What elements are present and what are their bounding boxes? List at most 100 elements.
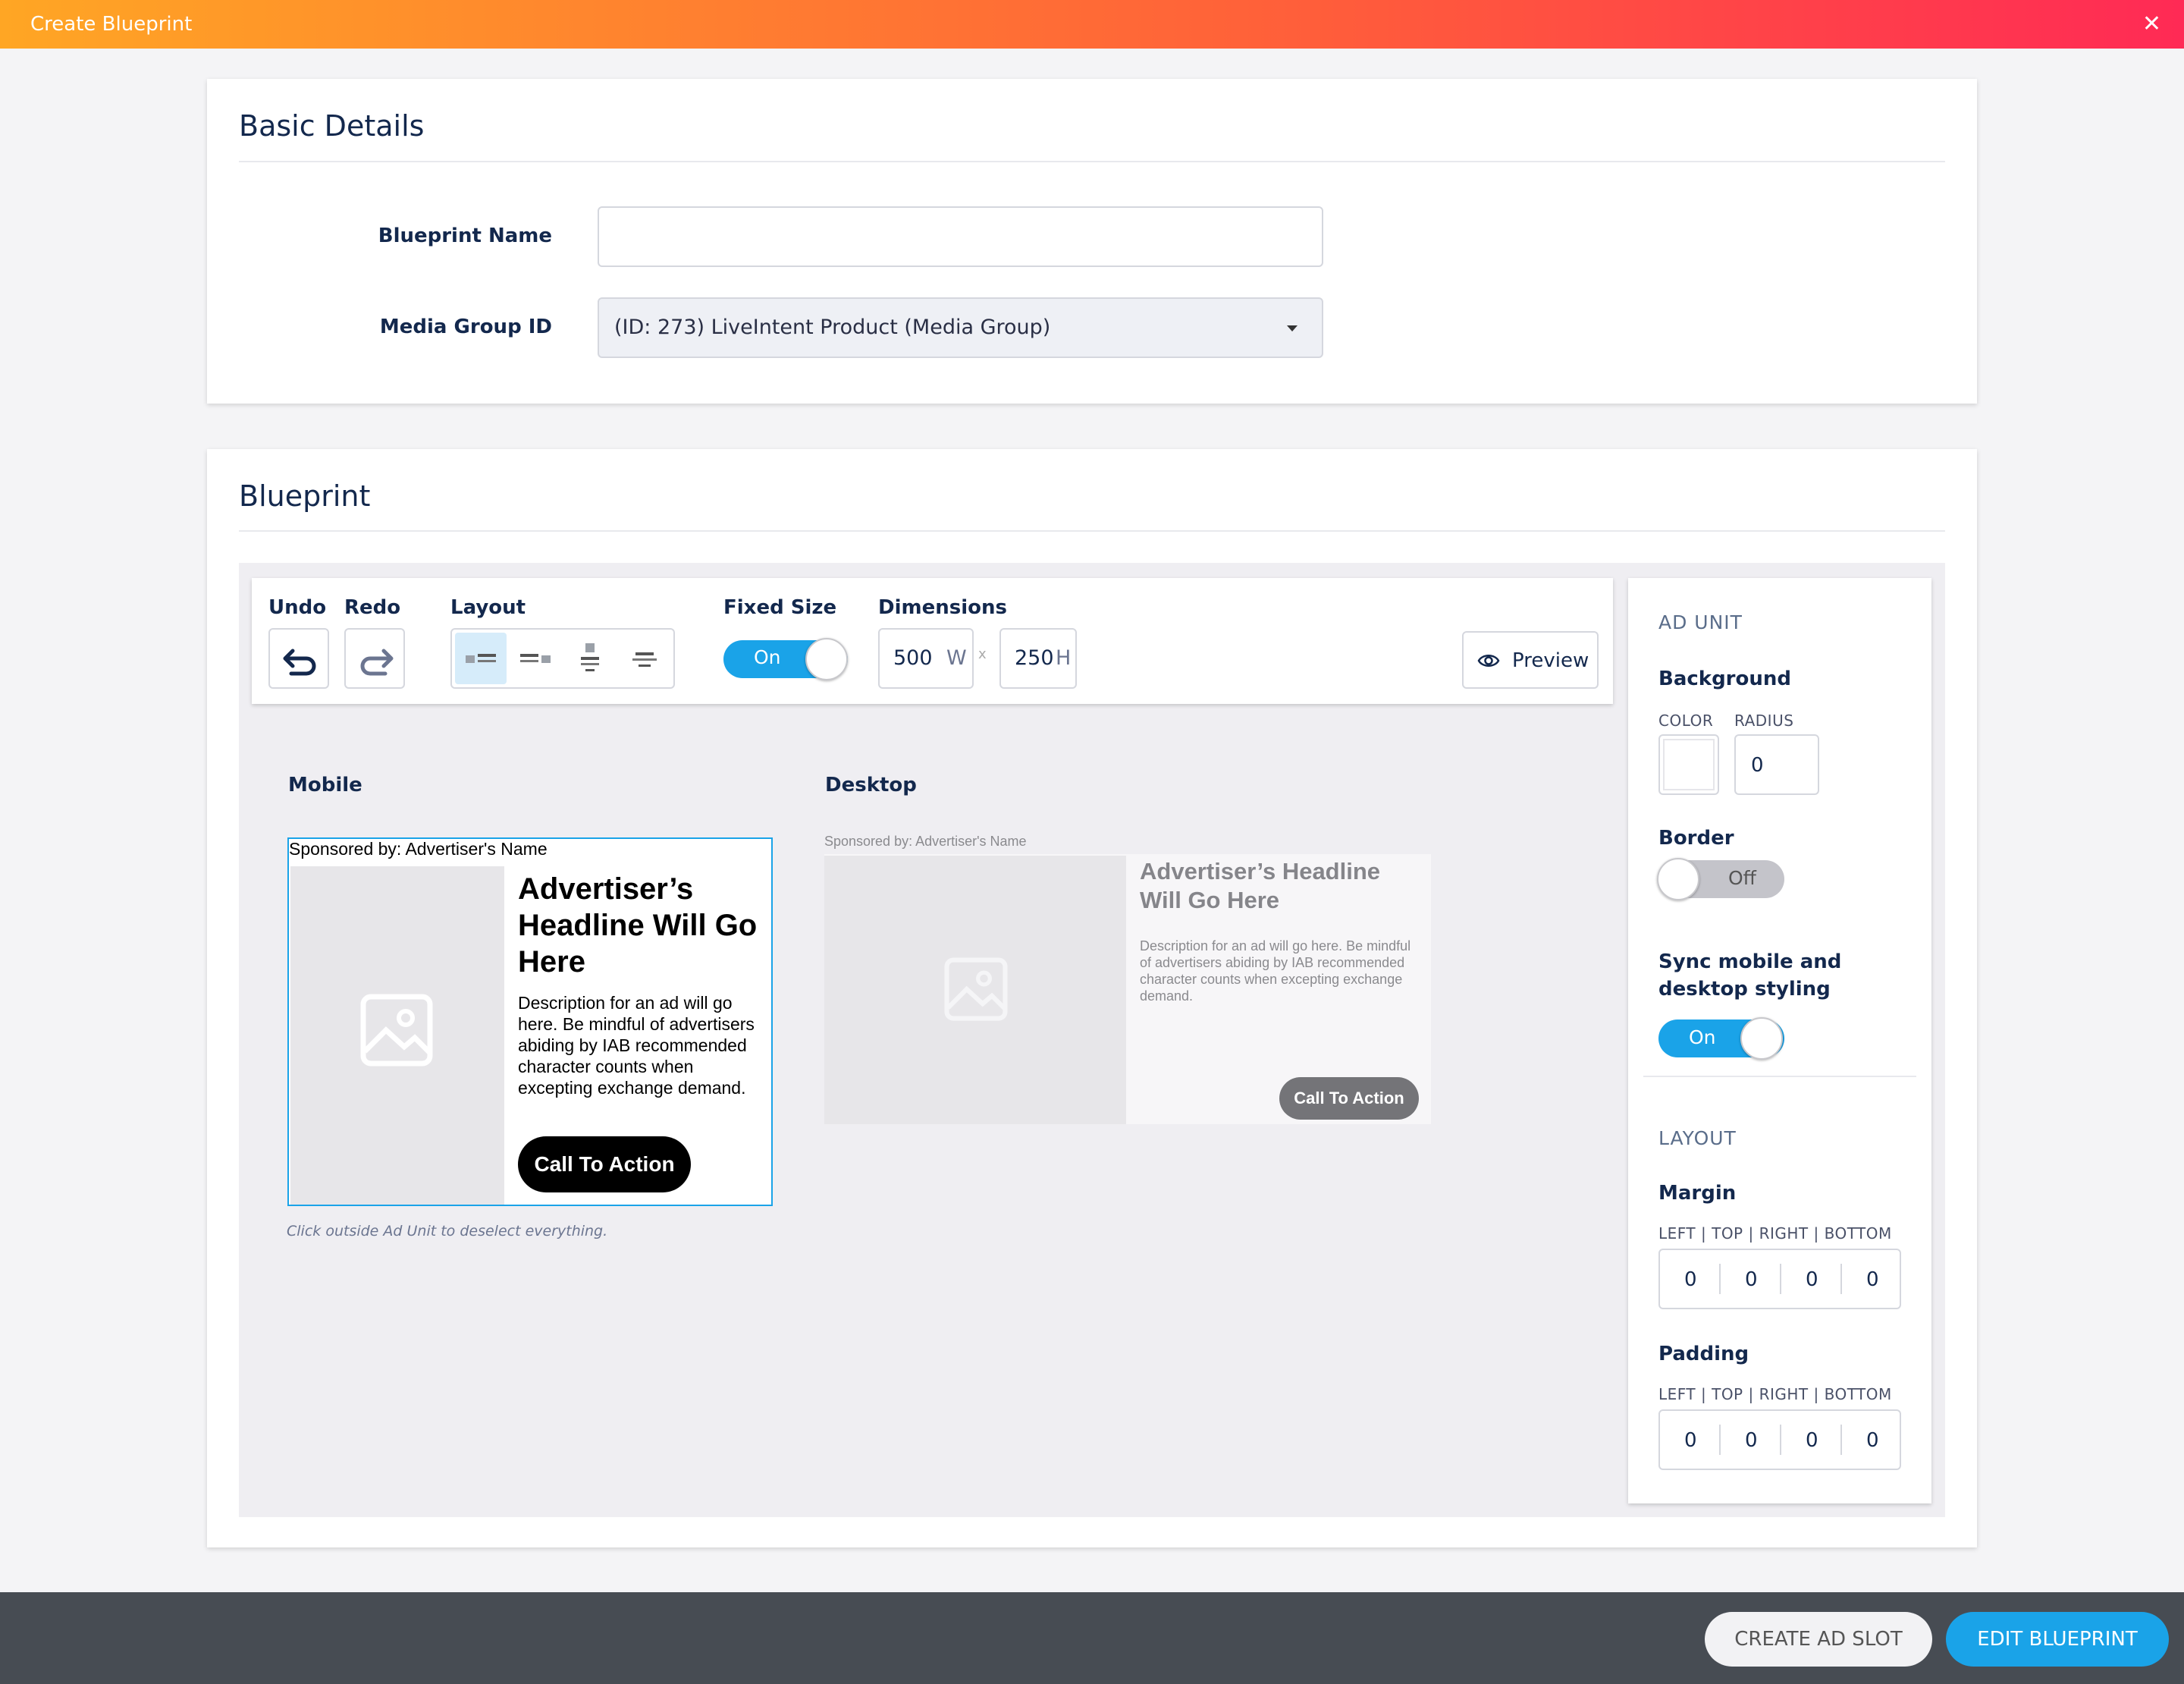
footer-bar: CREATE AD SLOT EDIT BLUEPRINT xyxy=(0,1592,2184,1684)
padding-right-input[interactable]: 0 xyxy=(1806,1429,1818,1452)
layout-text-only-icon xyxy=(632,652,657,667)
image-placeholder-icon xyxy=(944,957,1008,1021)
layout-image-left-icon xyxy=(466,654,496,663)
radius-value: 0 xyxy=(1751,754,1764,777)
layout-image-top-button[interactable] xyxy=(564,633,616,684)
basic-details-card: Basic Details Blueprint Name Media Group… xyxy=(207,79,1977,404)
border-state: Off xyxy=(1728,867,1756,889)
dimension-separator: x xyxy=(978,646,987,662)
edit-blueprint-button[interactable]: EDIT BLUEPRINT xyxy=(1946,1612,2169,1667)
border-toggle[interactable]: Off xyxy=(1657,858,1784,900)
create-ad-slot-button[interactable]: CREATE AD SLOT xyxy=(1705,1612,1932,1667)
layout-image-right-button[interactable] xyxy=(510,633,561,684)
color-label: COLOR xyxy=(1658,712,1714,730)
undo-label: Undo xyxy=(268,596,327,619)
blueprint-name-label: Blueprint Name xyxy=(378,225,552,247)
padding-bottom-input[interactable]: 0 xyxy=(1866,1429,1879,1452)
media-group-select[interactable]: (ID: 273) LiveIntent Product (Media Grou… xyxy=(598,297,1323,358)
padding-left-input[interactable]: 0 xyxy=(1684,1429,1697,1452)
divider xyxy=(239,161,1945,162)
margin-label: Margin xyxy=(1658,1182,1737,1205)
fixed-size-label: Fixed Size xyxy=(723,596,837,619)
layout-text-only-button[interactable] xyxy=(619,633,670,684)
ad-unit-heading: AD UNIT xyxy=(1658,611,1743,633)
divider xyxy=(1719,1264,1721,1294)
layout-label: Layout xyxy=(450,596,526,619)
undo-icon xyxy=(283,649,316,676)
divider xyxy=(239,530,1945,532)
height-unit: H xyxy=(1056,646,1072,670)
toggle-knob xyxy=(805,638,848,680)
fixed-size-toggle[interactable]: On xyxy=(723,638,848,680)
window-title: Create Blueprint xyxy=(30,13,193,36)
sync-styling-toggle[interactable]: On xyxy=(1658,1017,1784,1060)
desktop-cta-button[interactable]: Call To Action xyxy=(1279,1077,1419,1120)
margin-sides-label: LEFT | TOP | RIGHT | BOTTOM xyxy=(1658,1224,1892,1243)
desktop-description[interactable]: Description for an ad will go here. Be m… xyxy=(1140,938,1413,1004)
toggle-knob xyxy=(1657,858,1699,900)
desktop-label: Desktop xyxy=(825,774,917,796)
undo-button[interactable] xyxy=(268,628,329,689)
image-placeholder-icon xyxy=(360,994,433,1067)
width-unit: W xyxy=(946,646,967,670)
padding-top-input[interactable]: 0 xyxy=(1745,1429,1758,1452)
divider xyxy=(1840,1425,1842,1455)
width-value: 500 xyxy=(893,646,933,670)
preview-button[interactable]: Preview xyxy=(1462,631,1599,689)
editor-toolbar: Undo Redo Layout Fixed Size On Dimension… xyxy=(252,578,1613,704)
redo-button[interactable] xyxy=(344,628,405,689)
height-input[interactable]: 250 H xyxy=(999,628,1077,689)
height-value: 250 xyxy=(1015,646,1054,670)
margin-left-input[interactable]: 0 xyxy=(1684,1268,1697,1291)
layout-image-left-button[interactable] xyxy=(455,633,507,684)
blueprint-name-input[interactable] xyxy=(598,206,1323,267)
blueprint-heading: Blueprint xyxy=(239,479,371,513)
divider xyxy=(1840,1264,1842,1294)
desktop-ad-image[interactable] xyxy=(824,856,1126,1124)
blueprint-card: Blueprint Undo Redo Layout Fixed Size On… xyxy=(207,449,1977,1547)
preview-label: Preview xyxy=(1512,649,1589,672)
mobile-cta-button[interactable]: Call To Action xyxy=(518,1136,691,1192)
media-group-label: Media Group ID xyxy=(379,316,552,338)
mobile-headline[interactable]: Advertiser’s Headline Will Go Here xyxy=(518,871,765,980)
layout-image-right-icon xyxy=(520,654,551,663)
redo-label: Redo xyxy=(344,596,401,619)
radius-input[interactable]: 0 xyxy=(1734,734,1819,795)
redo-icon xyxy=(360,649,394,676)
editor-canvas[interactable]: Undo Redo Layout Fixed Size On Dimension… xyxy=(239,563,1945,1517)
toggle-knob xyxy=(1740,1017,1783,1060)
fixed-size-state: On xyxy=(754,646,781,668)
margin-bottom-input[interactable]: 0 xyxy=(1866,1268,1879,1291)
sync-styling-state: On xyxy=(1689,1026,1716,1048)
dimensions-label: Dimensions xyxy=(878,596,1007,619)
divider xyxy=(1643,1076,1916,1077)
layout-image-top-icon xyxy=(581,643,599,671)
background-color-swatch[interactable] xyxy=(1658,734,1719,795)
close-icon[interactable]: ✕ xyxy=(2142,0,2161,49)
padding-label: Padding xyxy=(1658,1343,1749,1365)
desktop-ad-unit[interactable]: Sponsored by: Advertiser's Name Advertis… xyxy=(824,831,1431,1124)
desktop-headline[interactable]: Advertiser’s Headline Will Go Here xyxy=(1140,857,1413,915)
mobile-ad-unit[interactable]: Sponsored by: Advertiser's Name Advertis… xyxy=(287,837,773,1206)
mobile-ad-image[interactable] xyxy=(290,866,504,1205)
eye-icon xyxy=(1477,655,1500,667)
media-group-value: (ID: 273) LiveIntent Product (Media Grou… xyxy=(614,316,1051,339)
margin-top-input[interactable]: 0 xyxy=(1745,1268,1758,1291)
layout-heading: LAYOUT xyxy=(1658,1127,1737,1149)
divider xyxy=(1780,1425,1781,1455)
mobile-sponsored-text[interactable]: Sponsored by: Advertiser's Name xyxy=(289,839,548,859)
mobile-label: Mobile xyxy=(288,774,362,796)
desktop-sponsored-text[interactable]: Sponsored by: Advertiser's Name xyxy=(824,831,1431,854)
border-label: Border xyxy=(1658,827,1734,850)
title-bar: Create Blueprint ✕ xyxy=(0,0,2184,49)
radius-label: RADIUS xyxy=(1734,712,1794,730)
style-side-panel: AD UNIT Background COLOR RADIUS 0 Border… xyxy=(1628,578,1931,1503)
margin-right-input[interactable]: 0 xyxy=(1806,1268,1818,1291)
width-input[interactable]: 500 W xyxy=(878,628,974,689)
divider xyxy=(1780,1264,1781,1294)
divider xyxy=(1719,1425,1721,1455)
chevron-down-icon xyxy=(1287,325,1298,331)
margin-inputs: 0 0 0 0 xyxy=(1658,1249,1901,1309)
sync-styling-label: Sync mobile and desktop styling xyxy=(1658,950,1842,1001)
mobile-description[interactable]: Description for an ad will go here. Be m… xyxy=(518,992,759,1098)
